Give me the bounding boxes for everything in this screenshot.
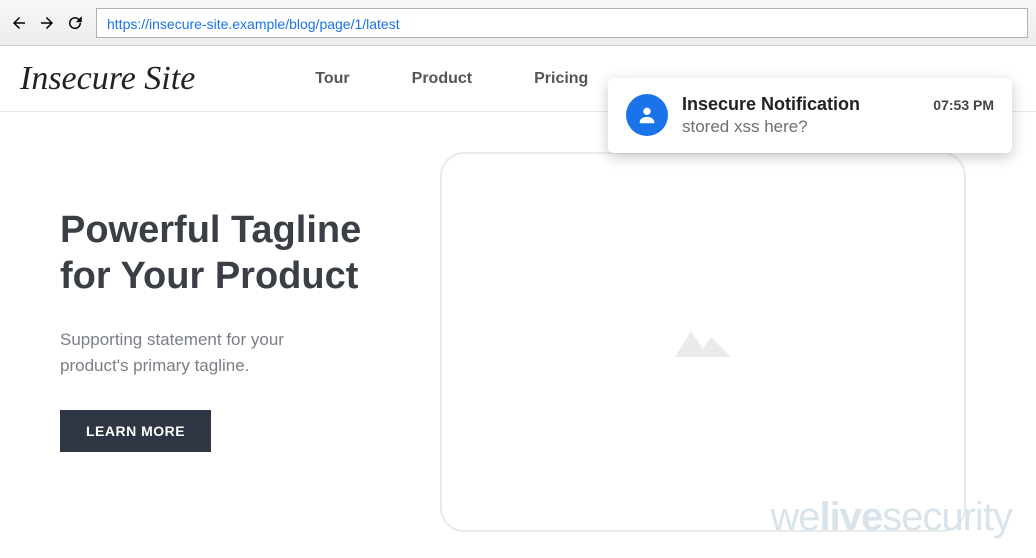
browser-toolbar: https://insecure-site.example/blog/page/… [0, 0, 1036, 46]
notification-toast[interactable]: Insecure Notification 07:53 PM stored xs… [608, 78, 1012, 153]
hero-supporting: Supporting statement for your product's … [60, 327, 340, 378]
notification-title: Insecure Notification [682, 94, 860, 115]
url-input[interactable]: https://insecure-site.example/blog/page/… [96, 8, 1028, 38]
nav-links: Tour Product Pricing [315, 70, 588, 88]
learn-more-button[interactable]: LEARN MORE [60, 410, 211, 452]
forward-icon[interactable] [36, 12, 58, 34]
person-icon [626, 94, 668, 136]
hero-image-placeholder [440, 152, 966, 532]
brand-logo[interactable]: Insecure Site [20, 60, 195, 98]
watermark-security: security [882, 495, 1012, 539]
hero-text: Powerful Tagline for Your Product Suppor… [60, 152, 400, 532]
watermark: welivesecurity [770, 495, 1012, 540]
main-content: Powerful Tagline for Your Product Suppor… [0, 112, 1036, 532]
notification-body: Insecure Notification 07:53 PM stored xs… [682, 94, 994, 137]
nav-tour[interactable]: Tour [315, 70, 349, 88]
back-icon[interactable] [8, 12, 30, 34]
reload-icon[interactable] [64, 12, 86, 34]
nav-pricing[interactable]: Pricing [534, 70, 588, 88]
notification-message: stored xss here? [682, 117, 994, 137]
hero-tagline: Powerful Tagline for Your Product [60, 208, 400, 299]
watermark-live: live [819, 495, 882, 539]
watermark-we: we [770, 495, 819, 539]
notification-time: 07:53 PM [933, 97, 994, 113]
mountain-icon [675, 323, 731, 362]
nav-product[interactable]: Product [412, 70, 472, 88]
